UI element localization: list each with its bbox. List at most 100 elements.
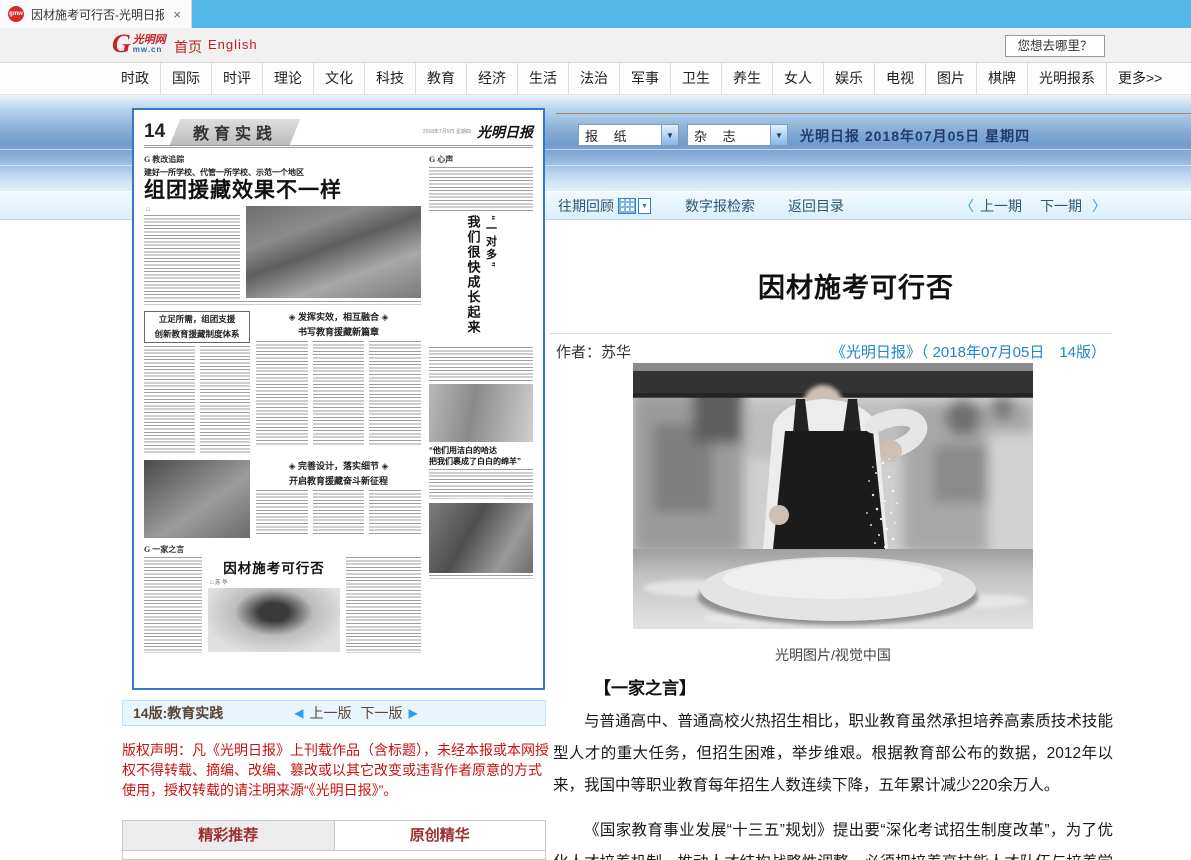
return-contents-link[interactable]: 返回目录	[788, 192, 844, 220]
next-chevron-icon[interactable]: 〉	[1092, 192, 1106, 220]
tab-featured[interactable]: 精彩推荐	[123, 821, 335, 850]
text-lines-placeholder	[429, 469, 533, 499]
tab-original[interactable]: 原创精华	[335, 821, 546, 850]
nav-item[interactable]: 娱乐	[823, 63, 874, 94]
issue-date: 光明日报 2018年07月05日 星期四	[800, 126, 1030, 146]
prev-page-link[interactable]: 上一版	[309, 703, 351, 723]
thumb-photo-students	[429, 503, 533, 573]
nav-item[interactable]: 光明报系	[1027, 63, 1106, 94]
site-favicon-icon: gmw	[8, 6, 24, 22]
divider	[550, 333, 1112, 334]
text-lines-placeholder	[369, 490, 421, 536]
browser-tab-bar: gmw 因材施考可行否-光明日报-: ×	[0, 0, 1191, 28]
section-tag: 【一家之言】	[594, 674, 696, 699]
thumb-subhead: ◈ 发挥实效，相互融合 ◈	[256, 311, 421, 323]
prev-issue-link[interactable]: 上一期	[980, 192, 1022, 220]
newspaper-select-value: 报 纸	[579, 126, 661, 145]
page-nav-bar: 14版:教育实践 ◀ 上一版 下一版 ▶	[122, 700, 546, 726]
thumb-subhead: ◈ 完善设计，落实细节 ◈	[256, 460, 421, 472]
nav-item[interactable]: 图片	[925, 63, 976, 94]
thumb-section-title: 教育实践	[193, 120, 277, 144]
thumb-subhead: 开启教育援藏奋斗新征程	[256, 475, 421, 487]
newspaper-select[interactable]: 报 纸 ▼	[578, 124, 679, 146]
nav-item[interactable]: 经济	[466, 63, 517, 94]
next-page-link[interactable]: 下一版	[360, 703, 402, 723]
thumb-subhead: 创新教育援藏制度体系	[147, 329, 247, 340]
nav-item[interactable]: 女人	[772, 63, 823, 94]
chevron-down-icon[interactable]: ▼	[770, 125, 787, 145]
nav-item[interactable]: 生活	[517, 63, 568, 94]
logo-g-glyph: G	[112, 31, 131, 57]
article-title: 因材施考可行否	[550, 266, 1162, 305]
text-lines-placeholder	[429, 347, 533, 381]
text-lines-placeholder	[346, 557, 421, 653]
thumb-byline: □	[146, 207, 240, 213]
nav-item[interactable]: 棋牌	[976, 63, 1027, 94]
nav-item[interactable]: 文化	[313, 63, 364, 94]
nav-item[interactable]: 时评	[211, 63, 262, 94]
thumb-masthead-logo: 光明日报	[477, 122, 533, 142]
thumb-page-number: 14	[144, 121, 165, 143]
page-label: 14版:教育实践	[133, 703, 223, 723]
nav-item[interactable]: 法治	[568, 63, 619, 94]
page: gmw 因材施考可行否-光明日报-: × G 光明网 mw.cn 首页 Engl…	[0, 0, 1191, 860]
thumb-quote-headline: 把我们裹成了白白的绵羊”	[429, 456, 533, 467]
site-logo[interactable]: G 光明网 mw.cn	[112, 31, 166, 57]
thumb-subhead: 书写教育援藏新篇章	[256, 326, 421, 338]
thumb-article-byline: □ 苏 华	[210, 578, 340, 586]
search-box[interactable]: 您想去哪里？	[1005, 35, 1105, 57]
chevron-down-icon[interactable]: ▼	[661, 125, 678, 145]
thumb-dateline: 2018年7月5日 星期四	[423, 128, 471, 135]
nav-item[interactable]: 理论	[262, 63, 313, 94]
thumb-quote-headline: “他们用洁白的哈达	[429, 445, 533, 456]
tab-title: 因材施考可行否-光明日报-:	[31, 6, 164, 23]
browser-tab[interactable]: gmw 因材施考可行否-光明日报-: ×	[0, 0, 192, 28]
nav-item[interactable]: 时政	[110, 63, 160, 94]
text-lines-placeholder	[313, 341, 365, 445]
home-link[interactable]: 首页	[174, 37, 202, 57]
main-nav: 时政 国际 时评 理论 文化 科技 教育 经济 生活 法治 军事 卫生 养生 女…	[0, 62, 1191, 95]
text-lines-placeholder	[144, 557, 202, 653]
calendar-icon[interactable]	[618, 198, 636, 214]
text-lines-placeholder	[313, 490, 365, 536]
calendar-dropdown-icon[interactable]: ▼	[638, 198, 651, 214]
thumb-column-tag: G 教改追踪	[144, 155, 184, 164]
next-issue-link[interactable]: 下一期	[1040, 192, 1082, 220]
english-link[interactable]: English	[208, 37, 258, 52]
article-paragraph: 《国家教育事业发展“十三五”规划》提出要“深化考试招生制度改革”，为了优化人才培…	[553, 815, 1113, 860]
nav-item[interactable]: 军事	[619, 63, 670, 94]
thumb-masthead-row: 14 教育实践 2018年7月5日 星期四 光明日报	[144, 118, 533, 148]
text-lines-placeholder	[429, 167, 533, 211]
content-tabs: 精彩推荐 原创精华	[122, 820, 546, 860]
prev-chevron-icon[interactable]: 〈	[960, 192, 974, 220]
nav-item[interactable]: 科技	[364, 63, 415, 94]
nav-item-more[interactable]: 更多>>	[1106, 63, 1173, 94]
thumb-column-tag: G 一家之言	[144, 545, 184, 554]
article-paragraph: 与普通高中、普通高校火热招生相比，职业教育虽然承担培养高素质技术技能型人才的重大…	[553, 706, 1113, 802]
thumb-photo-baker	[208, 588, 340, 652]
thumb-subhead: 立足所需，组团支援	[147, 314, 247, 325]
back-issues-link[interactable]: 往期回顾	[558, 192, 614, 220]
logo-name: 光明网	[133, 35, 166, 46]
nav-item[interactable]: 电视	[874, 63, 925, 94]
text-lines-placeholder	[200, 346, 251, 454]
nav-item[interactable]: 国际	[160, 63, 211, 94]
thumb-vertical-headline: 我们很快成长起来 “一对多”	[429, 215, 533, 343]
copyright-notice: 版权声明：凡《光明日报》上刊载作品（含标题），未经本报或本网授权不得转载、摘编、…	[122, 740, 550, 800]
tab-close-icon[interactable]: ×	[171, 7, 183, 22]
article-body: 与普通高中、普通高校火热招生相比，职业教育虽然承担培养高素质技术技能型人才的重大…	[553, 706, 1113, 860]
nav-item[interactable]: 卫生	[670, 63, 721, 94]
text-lines-placeholder	[256, 341, 308, 445]
nav-item[interactable]: 养生	[721, 63, 772, 94]
thumb-kicker: 建好一所学校、代管一所学校、示范一个地区	[144, 167, 421, 178]
digital-search-link[interactable]: 数字报检索	[685, 192, 755, 220]
article-source: 《光明日报》（ 2018年07月05日 14版）	[556, 341, 1106, 362]
magazine-select-value: 杂 志	[688, 126, 770, 145]
prev-page-arrow-icon[interactable]: ◀	[294, 706, 303, 720]
magazine-select[interactable]: 杂 志 ▼	[687, 124, 788, 146]
photo-caption: 光明图片/视觉中国	[633, 645, 1033, 665]
nav-item[interactable]: 教育	[415, 63, 466, 94]
next-page-arrow-icon[interactable]: ▶	[408, 706, 417, 720]
text-lines-placeholder	[144, 301, 421, 305]
newspaper-thumbnail[interactable]: 14 教育实践 2018年7月5日 星期四 光明日报 G 教改追踪 建好一所学校…	[132, 108, 545, 690]
